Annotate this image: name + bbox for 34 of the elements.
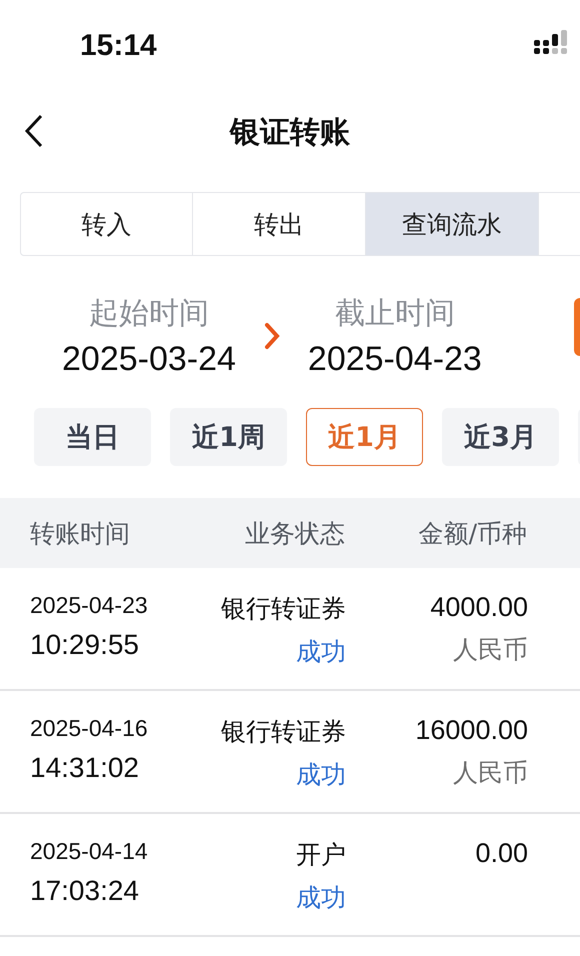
- filter-chip[interactable]: 近3月: [442, 408, 559, 466]
- tab[interactable]: 查询流水: [366, 192, 539, 256]
- chevron-right-icon: [264, 322, 280, 350]
- back-icon: [24, 114, 44, 148]
- amount: 16000.00: [415, 715, 528, 746]
- page-title: 银证转账: [230, 114, 350, 152]
- end-date[interactable]: 2025-04-23: [308, 340, 482, 379]
- status-text: 成功: [296, 882, 346, 914]
- column-header: 转账时间: [29, 518, 131, 550]
- start-label: 起始时间: [88, 295, 209, 333]
- column-header: 金额/币种: [418, 518, 527, 550]
- transfer-date: 2025-04-14: [30, 838, 149, 865]
- tab[interactable]: 转出: [193, 192, 366, 256]
- business-type: 开户: [296, 839, 346, 871]
- status-time: 15:14: [80, 29, 157, 63]
- transfer-date: 2025-04-16: [30, 715, 149, 742]
- currency: 人民币: [453, 634, 528, 666]
- amount: 0.00: [475, 838, 528, 869]
- transfer-date: 2025-04-23: [30, 592, 149, 619]
- business-type: 银行转证券: [221, 716, 346, 748]
- end-label: 截止时间: [334, 295, 455, 333]
- currency: 人民币: [453, 757, 528, 789]
- business-type: 银行转证券: [221, 593, 346, 625]
- transfer-time: 10:29:55: [30, 629, 140, 661]
- tab[interactable]: 转入: [20, 192, 193, 256]
- transfer-time: 14:31:02: [30, 752, 140, 784]
- start-date[interactable]: 2025-03-24: [62, 340, 236, 379]
- amount: 4000.00: [430, 592, 528, 623]
- column-header: 业务状态: [244, 518, 345, 550]
- status-text: 成功: [296, 759, 346, 791]
- filter-chip[interactable]: 当日: [34, 408, 151, 466]
- filter-chip[interactable]: 近1周: [170, 408, 287, 466]
- transfer-time: 17:03:24: [30, 875, 140, 907]
- status-text: 成功: [296, 636, 346, 668]
